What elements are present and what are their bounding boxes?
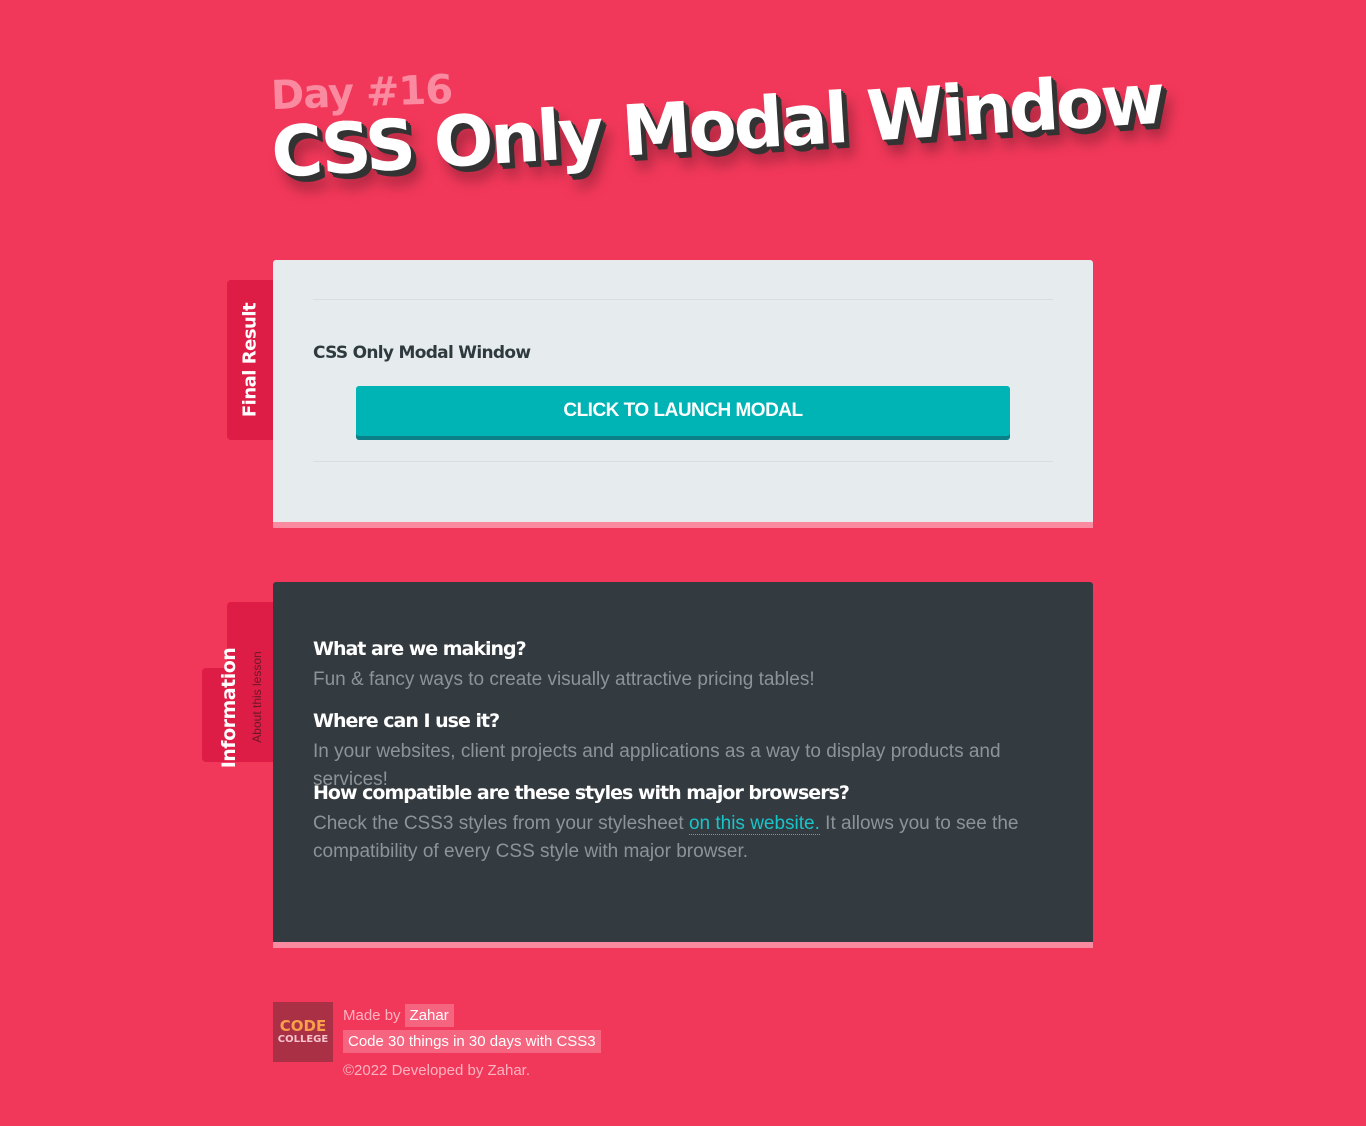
question-what: What are we making?	[313, 638, 527, 660]
tab-information-subtitle: About this lesson	[250, 651, 264, 743]
made-by-line: Made by Zahar	[343, 1002, 454, 1028]
divider-top	[313, 299, 1053, 300]
question-where: Where can I use it?	[313, 710, 500, 732]
result-panel: CSS Only Modal Window CLICK TO LAUNCH MO…	[273, 260, 1093, 522]
logo-line2: COLLEGE	[277, 1033, 329, 1045]
course-link[interactable]: Code 30 things in 30 days with CSS3	[343, 1030, 601, 1053]
tab-final-result: Final Result	[227, 280, 273, 440]
tab-information-title: Information	[218, 647, 240, 769]
course-line: Code 30 things in 30 days with CSS3	[343, 1030, 601, 1053]
author-link[interactable]: Zahar	[404, 1003, 454, 1027]
answer-compatible-text: Check the CSS3 styles from your styleshe…	[313, 813, 689, 834]
code-college-logo[interactable]: CODE COLLEGE	[273, 1002, 333, 1062]
answer-what: Fun & fancy ways to create visually attr…	[313, 669, 815, 690]
tab-final-result-label: Final Result	[239, 302, 261, 418]
question-compatible: How compatible are these styles with maj…	[313, 782, 850, 804]
info-panel: What are we making? Fun & fancy ways to …	[273, 582, 1093, 942]
made-by-label: Made by	[343, 1006, 401, 1024]
divider-bottom	[313, 461, 1053, 462]
logo-line1: CODE	[279, 1016, 327, 1035]
website-link[interactable]: on this website.	[688, 813, 820, 835]
answer-compatible: Check the CSS3 styles from your styleshe…	[313, 810, 1053, 866]
demo-title: CSS Only Modal Window	[313, 343, 531, 363]
copyright: ©2022 Developed by Zahar.	[343, 1062, 531, 1079]
launch-modal-button[interactable]: CLICK TO LAUNCH MODAL	[356, 386, 1010, 436]
